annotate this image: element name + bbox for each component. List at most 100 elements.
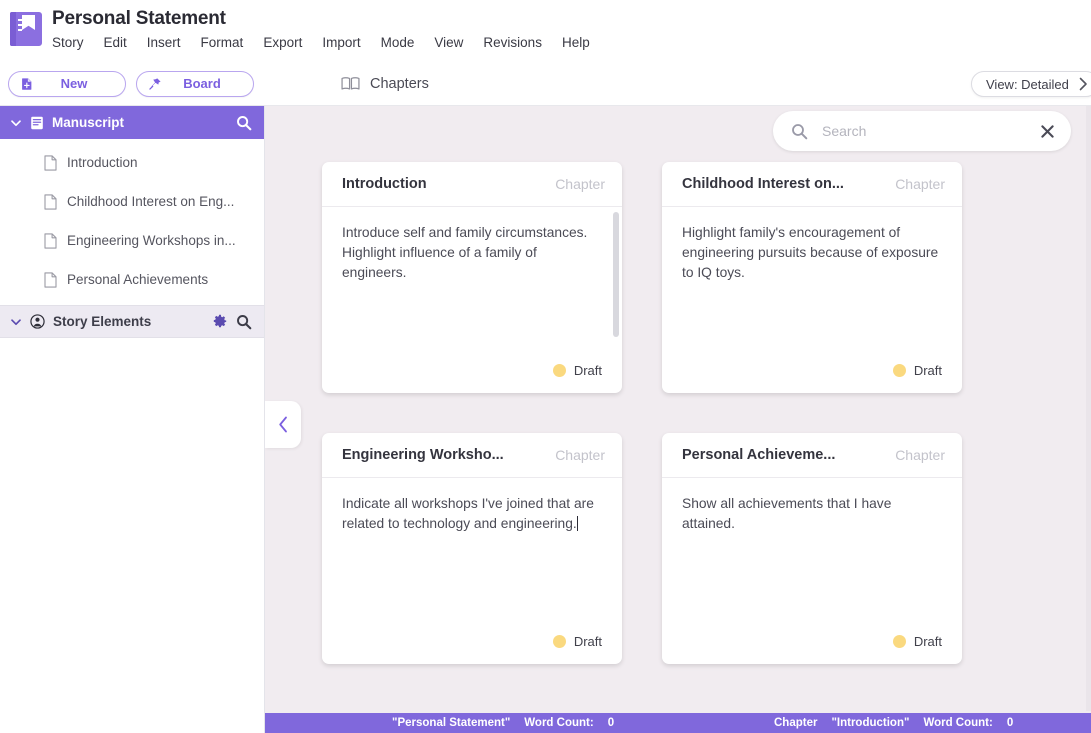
search-icon (792, 123, 808, 139)
menu-item-export[interactable]: Export (263, 33, 315, 52)
board-button[interactable]: Board (136, 70, 254, 97)
menu-item-insert[interactable]: Insert (147, 33, 194, 52)
view-mode-toggle[interactable]: View: Detailed (971, 71, 1091, 97)
status-bar: "Personal Statement" Word Count: 0 Chapt… (265, 713, 1091, 733)
chapter-wordcount-label: Word Count: (923, 717, 993, 729)
search-input[interactable] (822, 123, 1026, 139)
story-elements-label: Story Elements (53, 314, 152, 329)
sidebar-item-childhood-interest[interactable]: Childhood Interest on Eng... (0, 182, 264, 221)
menu-item-story[interactable]: Story (52, 33, 97, 52)
card-kind-label: Chapter (555, 447, 605, 463)
chapter-word-count-group: Chapter "Introduction" Word Count: 0 (774, 717, 1013, 729)
card-synopsis[interactable]: Indicate all workshops I've joined that … (322, 478, 622, 624)
sidebar-item-label: Introduction (67, 155, 138, 170)
card-header: Introduction Chapter (322, 162, 622, 207)
new-button-label: New (60, 76, 88, 91)
chapter-card-engineering-workshops[interactable]: Engineering Worksho... Chapter Indicate … (322, 433, 622, 664)
card-footer: Draft (662, 353, 962, 393)
menu-item-revisions[interactable]: Revisions (483, 33, 555, 52)
close-icon[interactable] (1040, 124, 1055, 139)
project-wordcount-value: 0 (607, 717, 615, 729)
sidebar-item-engineering-workshops[interactable]: Engineering Workshops in... (0, 221, 264, 260)
search-box[interactable] (773, 111, 1071, 151)
card-title: Engineering Worksho... (342, 447, 504, 463)
status-dot-icon (892, 634, 906, 648)
corkboard-area: Introduction Chapter Introduce self and … (265, 106, 1091, 733)
card-header: Childhood Interest on... Chapter (662, 162, 962, 207)
sidebar: Manuscript Introduction Childhood Intere… (0, 106, 265, 733)
sidebar-section-story-elements[interactable]: Story Elements (0, 305, 264, 338)
menu-bar: Story Edit Insert Format Export Import M… (52, 33, 610, 52)
menu-item-format[interactable]: Format (201, 33, 257, 52)
status-dot-icon (892, 363, 906, 377)
sidebar-item-label: Childhood Interest on Eng... (67, 194, 235, 209)
menu-item-view[interactable]: View (434, 33, 476, 52)
gear-icon[interactable] (212, 314, 228, 330)
chevron-down-icon (11, 318, 21, 325)
chapters-heading: Chapters (341, 76, 429, 92)
search-icon[interactable] (236, 115, 252, 131)
chapter-wordcount-value: 0 (1006, 717, 1014, 729)
card-scrollbar[interactable] (613, 212, 619, 337)
manuscript-label: Manuscript (52, 115, 125, 130)
app-logo-icon (10, 12, 42, 46)
sidebar-item-personal-achievements[interactable]: Personal Achievements (0, 260, 264, 299)
content-header: Chapters View: Detailed (265, 62, 1091, 106)
title-and-menu: Personal Statement Story Edit Insert For… (52, 0, 610, 52)
search-icon[interactable] (236, 314, 252, 330)
card-synopsis[interactable]: Show all achievements that I have attain… (662, 478, 962, 624)
chapters-title-label: Chapters (370, 75, 429, 92)
card-footer: Draft (322, 624, 622, 664)
menu-item-edit[interactable]: Edit (104, 33, 140, 52)
card-kind-label: Chapter (895, 447, 945, 463)
card-title: Introduction (342, 176, 427, 192)
card-title: Childhood Interest on... (682, 176, 844, 192)
document-icon (44, 193, 57, 210)
status-badge: Draft (913, 633, 942, 649)
status-dot-icon (552, 363, 566, 377)
view-mode-label: View: Detailed (986, 76, 1069, 92)
top-bar: Personal Statement Story Edit Insert For… (0, 0, 1091, 62)
sidebar-item-label: Engineering Workshops in... (67, 233, 236, 248)
secondary-toolbar-row: New Board Chapters View: Detailed (0, 62, 1091, 106)
card-synopsis[interactable]: Introduce self and family circumstances.… (322, 207, 622, 353)
chapter-card-introduction[interactable]: Introduction Chapter Introduce self and … (322, 162, 622, 393)
card-footer: Draft (322, 353, 622, 393)
app-title: Personal Statement (52, 8, 226, 29)
card-title: Personal Achieveme... (682, 447, 836, 463)
chapter-name: "Introduction" (831, 717, 910, 729)
new-document-icon (22, 77, 32, 90)
card-header: Personal Achieveme... Chapter (662, 433, 962, 478)
menu-item-help[interactable]: Help (562, 33, 603, 52)
menu-item-mode[interactable]: Mode (381, 33, 428, 52)
board-scrollbar[interactable] (1086, 106, 1091, 711)
card-synopsis[interactable]: Highlight family's encouragement of engi… (662, 207, 962, 353)
text-caret (576, 516, 578, 531)
board-scrollbar-thumb[interactable] (1086, 106, 1091, 378)
search-bar (773, 111, 1071, 151)
new-button[interactable]: New (8, 70, 126, 97)
sidebar-item-label: Personal Achievements (67, 272, 209, 287)
menu-item-import[interactable]: Import (322, 33, 373, 52)
card-grid: Introduction Chapter Introduce self and … (265, 162, 1075, 664)
project-word-count-group: "Personal Statement" Word Count: 0 (392, 717, 614, 729)
manuscript-icon (31, 116, 43, 129)
status-badge: Draft (573, 362, 602, 378)
character-circle-icon (30, 314, 45, 329)
card-kind-label: Chapter (555, 176, 605, 192)
collapse-sidebar-button[interactable] (265, 401, 301, 448)
card-kind-label: Chapter (895, 176, 945, 192)
project-wordcount-label: Word Count: (524, 717, 594, 729)
sidebar-item-introduction[interactable]: Introduction (0, 143, 264, 182)
manuscript-document-list: Introduction Childhood Interest on Eng..… (0, 139, 264, 305)
sidebar-section-manuscript[interactable]: Manuscript (0, 106, 264, 139)
board-button-label: Board (183, 76, 221, 91)
pin-icon (149, 77, 161, 90)
chevron-right-icon (1079, 77, 1087, 91)
chapter-card-personal-achievements[interactable]: Personal Achieveme... Chapter Show all a… (662, 433, 962, 664)
status-dot-icon (552, 634, 566, 648)
chapter-card-childhood-interest[interactable]: Childhood Interest on... Chapter Highlig… (662, 162, 962, 393)
sidebar-toolbar: New Board (0, 62, 265, 106)
card-header: Engineering Worksho... Chapter (322, 433, 622, 478)
status-badge: Draft (573, 633, 602, 649)
